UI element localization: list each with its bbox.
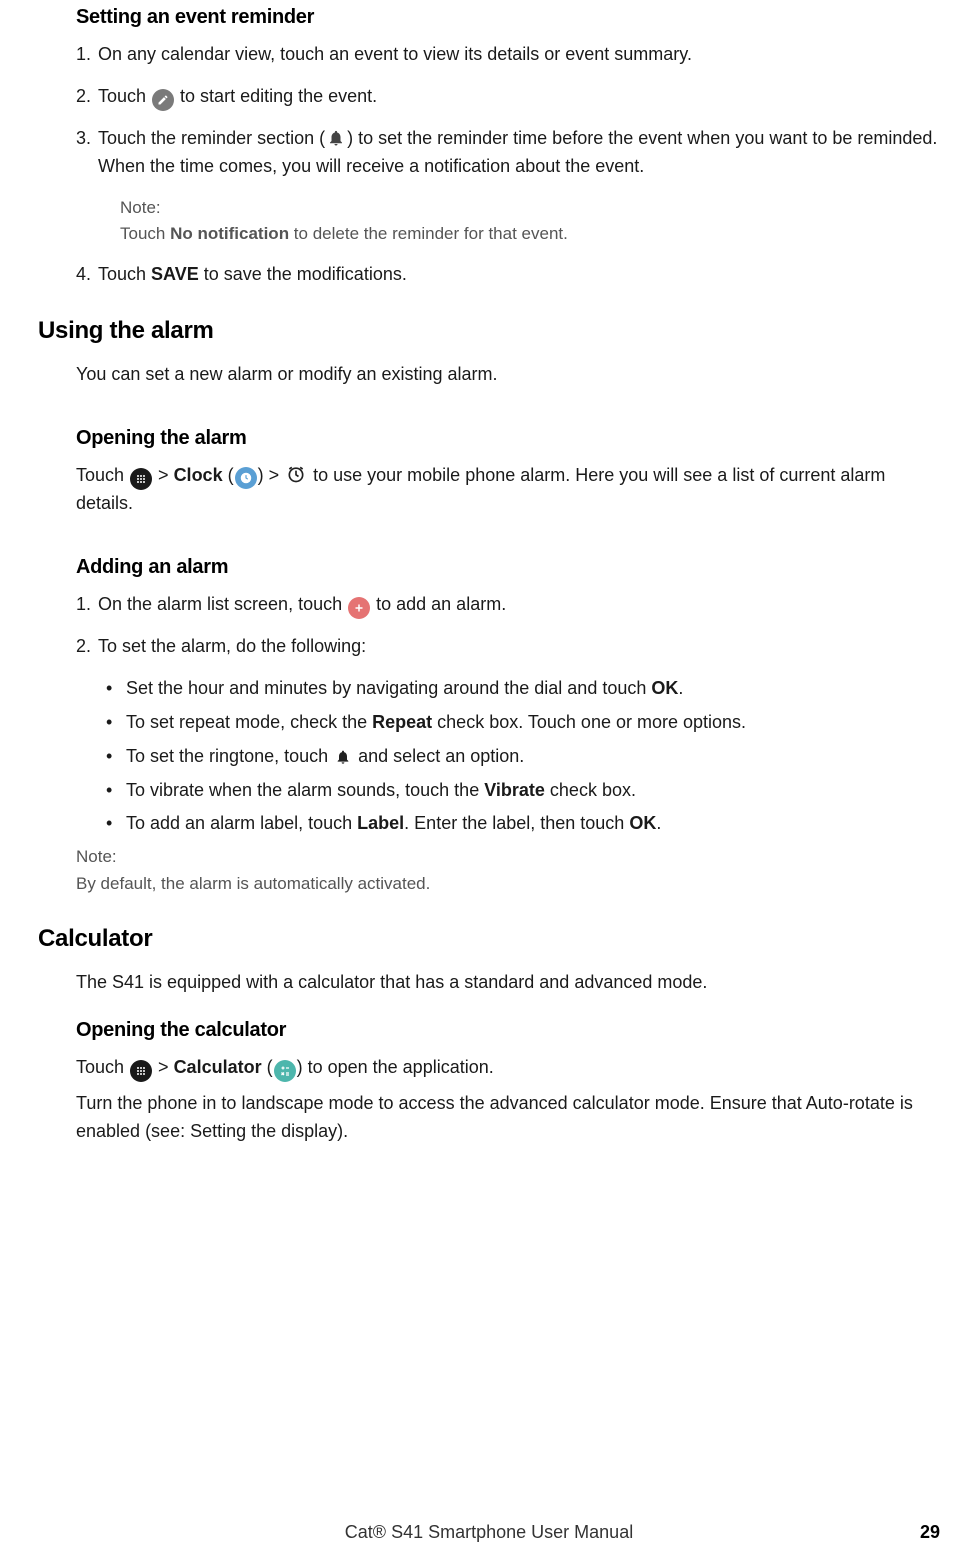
step-number: 2. [76,83,91,111]
note-block: Note: By default, the alarm is automatic… [76,844,940,897]
reminder-steps: 1. On any calendar view, touch an event … [76,41,940,289]
note-body: By default, the alarm is automatically a… [76,871,940,897]
option-repeat: To set repeat mode, check the Repeat che… [100,709,940,737]
alarm-intro: You can set a new alarm or modify an exi… [76,361,940,389]
note-label: Note: [76,844,940,870]
step-text: Touch [98,86,151,106]
step-number: 1. [76,41,91,69]
option-hour-minutes: Set the hour and minutes by navigating a… [100,675,940,703]
heading-using-alarm: Using the alarm [38,317,940,345]
heading-setting-reminder: Setting an event reminder [76,6,940,29]
heading-opening-alarm: Opening the alarm [76,427,940,450]
add-step-1: 1. On the alarm list screen, touch to ad… [76,591,940,619]
step-text: to start editing the event. [175,86,377,106]
opening-calculator-text: Touch > Calculator () to open the applic… [76,1054,940,1082]
add-step-2: 2. To set the alarm, do the following: [76,633,940,661]
opening-alarm-text: Touch > Clock () > to use your mobile ph… [76,462,940,518]
calculator-landscape-text: Turn the phone in to landscape mode to a… [76,1090,940,1146]
option-vibrate: To vibrate when the alarm sounds, touch … [100,777,940,805]
plus-icon [348,597,370,619]
step-4: 4. Touch SAVE to save the modifications. [76,261,940,289]
note-body: Touch No notification to delete the remi… [120,221,940,247]
note-block: Note: Touch No notification to delete th… [120,195,940,248]
alarm-options-list: Set the hour and minutes by navigating a… [100,675,940,838]
page-number: 29 [898,1522,978,1543]
heading-calculator: Calculator [38,925,940,953]
pencil-icon [152,89,174,111]
calculator-intro: The S41 is equipped with a calculator th… [76,969,940,997]
step-number: 2. [76,633,91,661]
step-3: 3. Touch the reminder section () to set … [76,125,940,247]
calculator-app-icon [274,1060,296,1082]
step-number: 3. [76,125,91,153]
adding-alarm-steps: 1. On the alarm list screen, touch to ad… [76,591,940,661]
step-text: On any calendar view, touch an event to … [98,44,692,64]
alarm-clock-icon [286,464,306,484]
step-number: 4. [76,261,91,289]
step-text: Touch [98,264,151,284]
bell-icon [335,749,351,765]
step-text: Touch the reminder section ( [98,128,325,148]
step-1: 1. On any calendar view, touch an event … [76,41,940,69]
option-label: To add an alarm label, touch Label. Ente… [100,810,940,838]
heading-opening-calculator: Opening the calculator [76,1019,940,1042]
apps-grid-icon [130,1060,152,1082]
option-ringtone: To set the ringtone, touch and select an… [100,743,940,771]
bell-icon [327,129,345,147]
apps-grid-icon [130,468,152,490]
page-footer: Cat® S41 Smartphone User Manual 29 [0,1522,978,1543]
note-label: Note: [120,195,940,221]
footer-title: Cat® S41 Smartphone User Manual [80,1522,898,1543]
page-content: Setting an event reminder 1. On any cale… [38,0,940,1146]
clock-app-icon [235,467,257,489]
step-number: 1. [76,591,91,619]
step-2: 2. Touch to start editing the event. [76,83,940,111]
heading-adding-alarm: Adding an alarm [76,556,940,579]
